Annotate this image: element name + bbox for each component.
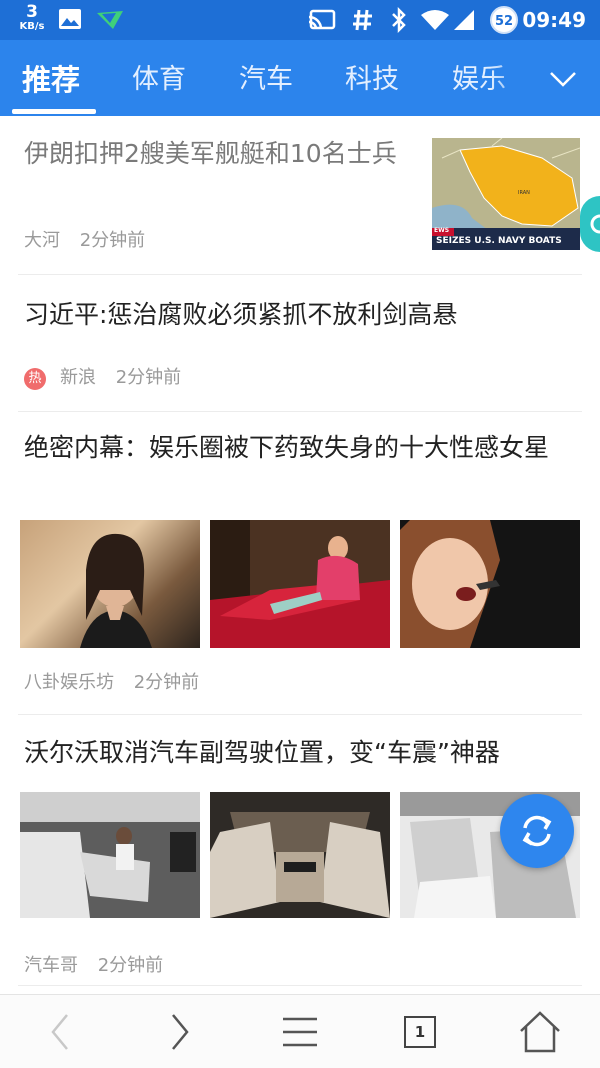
article-image[interactable] bbox=[210, 520, 390, 648]
article-title[interactable]: 沃尔沃取消汽车副驾驶位置，变“车震”神器 bbox=[24, 737, 584, 769]
article-meta: 汽车哥 2分钟前 bbox=[24, 951, 177, 977]
network-speed-unit: KB/s bbox=[19, 21, 45, 32]
tabs-button[interactable]: 1 bbox=[397, 1009, 443, 1055]
refresh-icon bbox=[522, 815, 552, 847]
wifi-icon bbox=[421, 10, 449, 30]
thumbnail-tag: EWS bbox=[434, 227, 450, 234]
chevron-down-icon[interactable] bbox=[548, 64, 578, 94]
article-title[interactable]: 绝密内幕：娱乐圈被下药致失身的十大性感女星 bbox=[24, 432, 579, 464]
news-item[interactable]: 绝密内幕：娱乐圈被下药致失身的十大性感女星 八卦娱乐坊 2分钟前 bbox=[0, 412, 600, 714]
news-item[interactable]: 习近平:惩治腐败必须紧抓不放利剑高悬 热新浪 2分钟前 bbox=[0, 275, 600, 411]
category-tab-bar: 推荐 体育 汽车 科技 娱乐 bbox=[0, 40, 600, 116]
tab-sports[interactable]: 体育 bbox=[132, 40, 186, 116]
home-icon[interactable] bbox=[517, 1009, 563, 1055]
article-time: 2分钟前 bbox=[115, 367, 182, 388]
article-title[interactable]: 伊朗扣押2艘美军舰艇和10名士兵 bbox=[24, 138, 404, 170]
app-notification-icon bbox=[97, 11, 123, 29]
article-meta: 八卦娱乐坊 2分钟前 bbox=[24, 668, 213, 694]
refresh-button[interactable] bbox=[500, 794, 574, 868]
article-source: 新浪 bbox=[60, 367, 96, 388]
cast-icon bbox=[308, 9, 336, 30]
article-image[interactable] bbox=[20, 520, 200, 648]
bed-scene-photo bbox=[210, 520, 390, 648]
article-meta: 热新浪 2分钟前 bbox=[24, 363, 195, 390]
news-item[interactable]: 伊朗扣押2艘美军舰艇和10名士兵 大河 2分钟前 EWS IRAN SEIZES… bbox=[0, 116, 600, 274]
side-float-tab[interactable] bbox=[580, 196, 600, 252]
network-speed: 3 KB/s bbox=[14, 4, 50, 32]
forward-icon[interactable] bbox=[157, 1009, 203, 1055]
divider bbox=[18, 985, 582, 986]
singer-photo bbox=[400, 520, 580, 648]
car-interior-photo bbox=[20, 792, 200, 918]
menu-icon[interactable] bbox=[277, 1009, 323, 1055]
tab-tech[interactable]: 科技 bbox=[345, 40, 399, 116]
article-image[interactable] bbox=[400, 520, 580, 648]
bluetooth-icon bbox=[392, 7, 406, 33]
active-tab-indicator bbox=[12, 109, 96, 114]
status-bar: 3 KB/s 52 09:49 bbox=[0, 0, 600, 40]
article-time: 2分钟前 bbox=[97, 955, 164, 976]
article-source: 汽车哥 bbox=[24, 955, 78, 976]
gallery-icon bbox=[59, 9, 81, 29]
portrait-photo bbox=[80, 533, 152, 648]
iran-map-image bbox=[432, 138, 580, 250]
article-source: 大河 bbox=[24, 230, 60, 251]
article-title[interactable]: 习近平:惩治腐败必须紧抓不放利剑高悬 bbox=[24, 299, 584, 331]
hash-icon bbox=[353, 9, 372, 31]
article-time: 2分钟前 bbox=[133, 672, 200, 693]
article-image[interactable] bbox=[20, 792, 200, 918]
article-time: 2分钟前 bbox=[79, 230, 146, 251]
thumbnail-caption: SEIZES U.S. NAVY BOATS bbox=[436, 236, 562, 246]
article-thumbnail[interactable]: EWS IRAN SEIZES U.S. NAVY BOATS bbox=[432, 138, 580, 250]
tab-recommend[interactable]: 推荐 bbox=[22, 40, 80, 116]
article-source: 八卦娱乐坊 bbox=[24, 672, 114, 693]
clock: 09:49 bbox=[522, 8, 586, 32]
article-image[interactable] bbox=[210, 792, 390, 918]
chat-icon bbox=[590, 214, 600, 234]
tab-auto[interactable]: 汽车 bbox=[239, 40, 293, 116]
battery-icon: 52 bbox=[490, 6, 518, 34]
hot-badge: 热 bbox=[24, 368, 46, 390]
signal-icon bbox=[454, 10, 474, 30]
bottom-navigation: 1 bbox=[0, 994, 600, 1068]
tabs-icon: 1 bbox=[404, 1016, 436, 1048]
car-rear-seat-photo bbox=[210, 792, 390, 918]
article-meta: 大河 2分钟前 bbox=[24, 226, 159, 252]
back-icon[interactable] bbox=[37, 1009, 83, 1055]
tab-overflow-fade bbox=[490, 40, 600, 116]
thumbnail-map-label: IRAN bbox=[518, 190, 530, 196]
network-speed-value: 3 bbox=[26, 2, 38, 22]
